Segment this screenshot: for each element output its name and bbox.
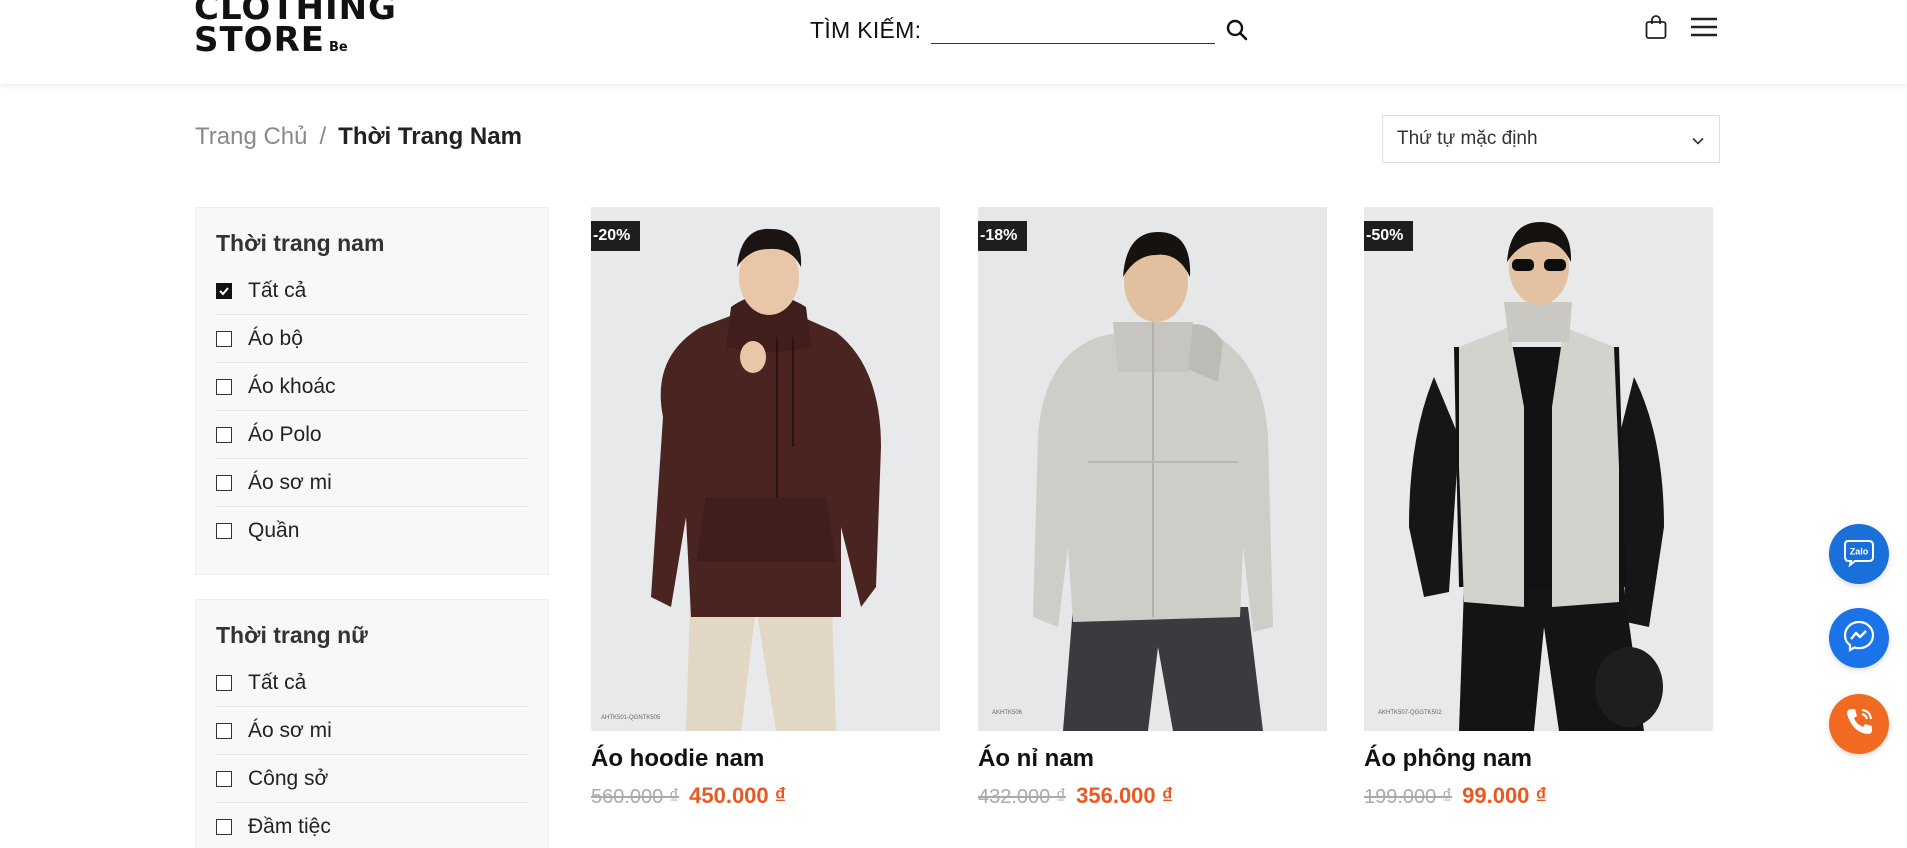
phone-icon xyxy=(1842,705,1876,744)
filter-item[interactable]: Quần xyxy=(216,507,528,555)
filter-item-label: Áo sơ mi xyxy=(248,470,332,494)
checkbox[interactable] xyxy=(216,674,232,691)
checkbox[interactable] xyxy=(216,426,232,443)
checkbox[interactable] xyxy=(216,722,232,739)
price-row: 560.000 ₫ 450.000 ₫ xyxy=(591,783,940,809)
breadcrumb: Trang Chủ / Thời Trang Nam xyxy=(195,123,522,151)
checkbox-checked[interactable] xyxy=(216,282,232,299)
zalo-icon-label: Zalo xyxy=(1850,546,1869,556)
sort-selected-value: Thứ tự mặc định xyxy=(1397,128,1538,149)
price-new: 356.000 ₫ xyxy=(1076,783,1174,808)
filter-item-label: Áo Polo xyxy=(248,422,322,446)
chevron-down-icon xyxy=(1691,132,1705,146)
breadcrumb-home-link[interactable]: Trang Chủ xyxy=(195,123,308,150)
checkbox[interactable] xyxy=(216,770,232,787)
hamburger-menu-icon[interactable] xyxy=(1690,16,1718,38)
filter-item[interactable]: Tất cả xyxy=(216,267,528,315)
price-row: 199.000 ₫ 99.000 ₫ xyxy=(1364,783,1713,809)
filter-item-label: Áo bộ xyxy=(248,326,303,350)
messenger-chat-button[interactable] xyxy=(1829,608,1889,668)
filter-item-label: Tất cả xyxy=(248,670,307,694)
price-old: 432.000 ₫ xyxy=(978,786,1067,808)
product-card[interactable]: AHTK501-QGNTK505 -20% Áo hoodie nam 560.… xyxy=(591,207,940,809)
filter-item-label: Công sở xyxy=(248,766,329,790)
filter-item-label: Áo sơ mi xyxy=(248,718,332,742)
discount-badge: -18% xyxy=(978,221,1028,251)
svg-text:AKHTK506: AKHTK506 xyxy=(992,710,1023,716)
filter-item[interactable]: Tất cả xyxy=(216,659,528,707)
product-name[interactable]: Áo hoodie nam xyxy=(591,745,940,773)
product-image[interactable]: AHTK501-QGNTK505 -20% xyxy=(591,207,940,731)
checkbox[interactable] xyxy=(216,474,232,491)
filter-men-title: Thời trang nam xyxy=(216,230,385,256)
search-label: TÌM KIẾM: xyxy=(810,16,922,43)
price-old: 199.000 ₫ xyxy=(1364,786,1453,808)
product-image[interactable]: AKHTK506 -18% xyxy=(978,207,1327,731)
product-card[interactable]: AKHTK506 -18% Áo nỉ nam 432.000 ₫ 356.000… xyxy=(978,207,1327,809)
price-new: 450.000 ₫ xyxy=(689,783,787,808)
product-name[interactable]: Áo nỉ nam xyxy=(978,745,1327,773)
filter-item[interactable]: Áo khoác xyxy=(216,363,528,411)
shopping-bag-icon[interactable] xyxy=(1644,14,1668,40)
filter-item[interactable]: Áo bộ xyxy=(216,315,528,363)
search-input[interactable] xyxy=(931,16,1216,44)
filter-item-label: Đầm tiệc xyxy=(248,815,331,838)
price-old: 560.000 ₫ xyxy=(591,786,680,808)
breadcrumb-current: Thời Trang Nam xyxy=(338,123,522,150)
product-image[interactable]: AKHTK507-QGGTK502 -50% xyxy=(1364,207,1713,731)
filter-item[interactable]: Áo sơ mi xyxy=(216,459,528,507)
filter-men: Thời trang nam Tất cả Áo bộ Áo khoác Áo … xyxy=(195,207,549,575)
product-card[interactable]: AKHTK507-QGGTK502 -50% Áo phông nam 199.… xyxy=(1364,207,1713,809)
filter-item-label: Tất cả xyxy=(248,278,307,302)
search-bar: TÌM KIẾM: xyxy=(810,16,1249,44)
svg-text:AHTK501-QGNTK505: AHTK501-QGNTK505 xyxy=(601,715,661,721)
filter-item-label: Áo khoác xyxy=(248,374,336,398)
filter-item[interactable]: Áo Polo xyxy=(216,411,528,459)
discount-badge: -20% xyxy=(591,221,641,251)
zalo-icon: Zalo xyxy=(1842,537,1876,572)
zalo-chat-button[interactable]: Zalo xyxy=(1829,524,1889,584)
checkbox[interactable] xyxy=(216,819,232,835)
logo-line-2: STORE xyxy=(194,20,325,61)
filter-item[interactable]: Đầm tiệc xyxy=(216,803,528,848)
filter-item[interactable]: Công sở xyxy=(216,755,528,803)
price-row: 432.000 ₫ 356.000 ₫ xyxy=(978,783,1327,809)
breadcrumb-separator: / xyxy=(319,123,327,150)
price-new: 99.000 ₫ xyxy=(1462,783,1547,808)
phone-call-button[interactable] xyxy=(1829,694,1889,754)
search-icon[interactable] xyxy=(1225,18,1249,42)
messenger-icon xyxy=(1842,619,1876,658)
logo-suffix: Be xyxy=(329,40,348,56)
checkbox[interactable] xyxy=(216,378,232,395)
store-logo[interactable]: CLOTHING STORE Be xyxy=(194,0,397,57)
product-name[interactable]: Áo phông nam xyxy=(1364,745,1713,773)
sort-select[interactable]: Thứ tự mặc định xyxy=(1382,115,1720,163)
checkbox[interactable] xyxy=(216,330,232,347)
discount-badge: -50% xyxy=(1364,221,1414,251)
checkbox[interactable] xyxy=(216,523,232,539)
site-header: CLOTHING STORE Be TÌM KIẾM: xyxy=(0,0,1907,84)
filter-item[interactable]: Áo sơ mi xyxy=(216,707,528,755)
filter-women-title: Thời trang nữ xyxy=(216,622,368,648)
svg-text:AKHTK507-QGGTK502: AKHTK507-QGGTK502 xyxy=(1378,710,1442,716)
filter-women: Thời trang nữ Tất cả Áo sơ mi Công sở Đầ… xyxy=(195,599,549,848)
filter-item-label: Quần xyxy=(248,519,300,542)
